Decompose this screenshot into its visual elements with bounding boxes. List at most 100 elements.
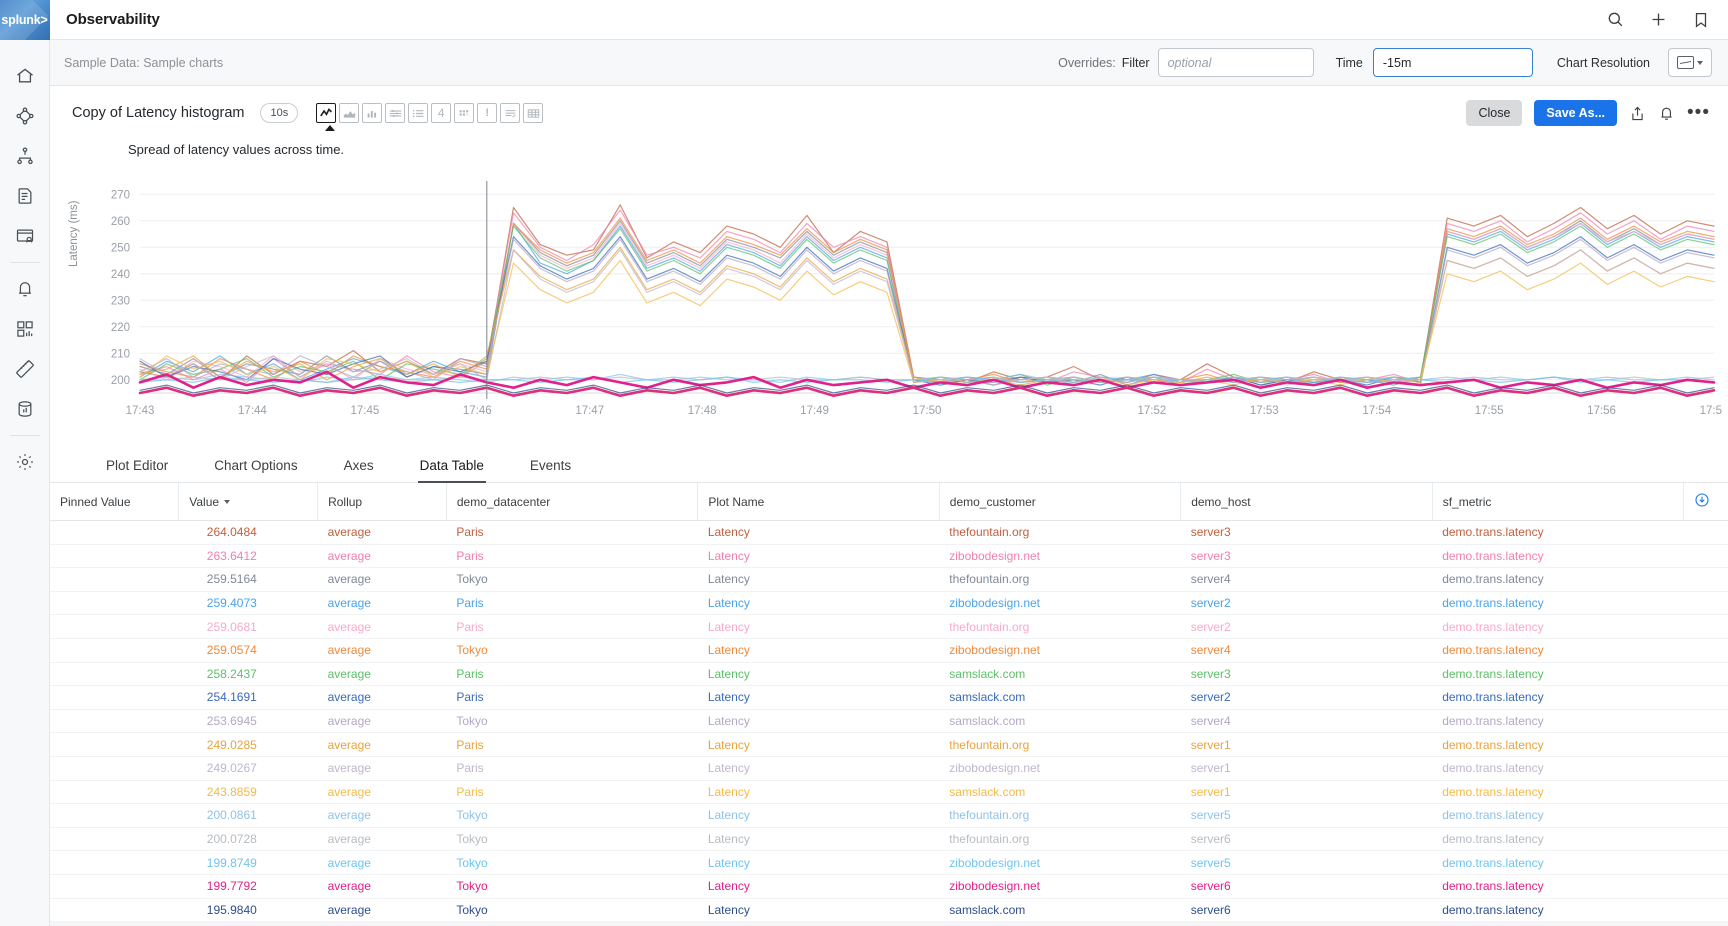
cell-value: 249.0267 [179,756,318,780]
cell-value: 259.0681 [179,615,318,639]
line-chart-icon[interactable] [316,103,336,123]
area-chart-icon[interactable] [339,103,359,123]
cell-metric: demo.trans.latency [1432,827,1683,851]
heatmap-icon[interactable] [454,103,474,123]
col-demo-customer[interactable]: demo_customer [939,483,1180,521]
tab-plot-editor[interactable]: Plot Editor [106,458,168,482]
active-viz-caret [325,125,335,131]
table-row[interactable]: 200.0861averageTokyoLatencythefountain.o… [50,804,1728,828]
chevron-down-icon [1697,61,1703,65]
search-icon[interactable] [1606,10,1625,29]
table-row[interactable]: 195.9840averageTokyoLatencysamslack.coms… [50,898,1728,922]
sidebar-item-data-management[interactable] [0,389,50,429]
list-icon[interactable] [408,103,428,123]
splunk-logo[interactable]: splunk> [0,0,50,40]
col-pinned-value[interactable]: Pinned Value [50,483,179,521]
sidebar-item-alerts[interactable] [0,269,50,309]
table-row[interactable]: 243.8859averageParisLatencysamslack.coms… [50,780,1728,804]
sidebar-item-apm[interactable] [0,136,50,176]
col-rollup[interactable]: Rollup [318,483,447,521]
col-value[interactable]: Value [179,483,318,521]
bookmark-icon[interactable] [1692,11,1710,29]
data-table-region[interactable]: Pinned Value Value Rollup demo_datacente… [50,483,1728,926]
table-header-row: Pinned Value Value Rollup demo_datacente… [50,483,1728,521]
cell-plot: Latency [698,686,939,710]
chart-container[interactable]: Latency (ms) 20021022023024025026027017:… [72,171,1710,431]
table-row[interactable]: 199.8749averageTokyoLatencyzibobodesign.… [50,851,1728,875]
event-feed-icon[interactable]: ! [477,103,497,123]
chart-subtitle: Spread of latency values across time. [50,126,1728,157]
y-tick-label: 200 [111,375,130,387]
table-row[interactable]: 253.6945averageTokyoLatencysamslack.coms… [50,709,1728,733]
sidebar-item-log-observer[interactable] [0,176,50,216]
main-region: Observability Sample Data: Sample charts… [50,0,1728,926]
cell-value: 195.3271 [179,922,318,926]
column-chart-icon[interactable] [362,103,382,123]
breadcrumb[interactable]: Sample Data: Sample charts [64,56,223,70]
cell-pinned [50,662,179,686]
sidebar-item-infrastructure[interactable] [0,96,50,136]
table-row[interactable]: 259.0681averageParisLatencythefountain.o… [50,615,1728,639]
sidebar-item-metrics[interactable] [0,349,50,389]
table-row[interactable]: 254.1691averageParisLatencysamslack.coms… [50,686,1728,710]
table-row[interactable]: 259.4073averageParisLatencyzibobodesign.… [50,591,1728,615]
sidebar-item-home[interactable] [0,56,50,96]
cell-plot: Latency [698,709,939,733]
cell-metric: demo.trans.latency [1432,544,1683,568]
tab-events[interactable]: Events [530,458,571,482]
filter-input[interactable] [1158,48,1314,77]
table-row[interactable]: 258.2437averageParisLatencysamslack.coms… [50,662,1728,686]
cell-value: 254.1691 [179,686,318,710]
col-sf-metric[interactable]: sf_metric [1432,483,1683,521]
table-row[interactable]: 199.7792averageTokyoLatencyzibobodesign.… [50,874,1728,898]
close-button[interactable]: Close [1466,100,1522,126]
table-row[interactable]: 249.0267averageParisLatencyzibobodesign.… [50,756,1728,780]
cell-plot: Latency [698,827,939,851]
table-row[interactable]: 259.0574averageTokyoLatencyzibobodesign.… [50,638,1728,662]
cell-metric: demo.trans.latency [1432,638,1683,662]
cell-value: 253.6945 [179,709,318,733]
table-row[interactable]: 263.6412averageParisLatencyzibobodesign.… [50,544,1728,568]
text-note-icon[interactable] [500,103,520,123]
cell-customer: zibobodesign.net [939,874,1180,898]
chart-title[interactable]: Copy of Latency histogram [72,105,244,121]
sidebar-item-settings[interactable] [0,442,50,482]
time-input[interactable] [1373,48,1533,77]
x-tick-label: 17:55 [1475,405,1504,417]
cell-host: server6 [1181,898,1432,922]
cell-pinned [50,922,179,926]
bell-icon[interactable] [1658,105,1675,122]
cell-metric: demo.trans.latency [1432,686,1683,710]
share-icon[interactable] [1629,105,1646,122]
tab-data-table[interactable]: Data Table [420,458,484,482]
cell-spacer [1684,874,1728,898]
chart-resolution-select[interactable] [1668,48,1712,77]
cell-pinned [50,756,179,780]
sidebar-item-rum[interactable] [0,216,50,256]
table-row[interactable]: 259.5164averageTokyoLatencythefountain.o… [50,568,1728,592]
col-plot-name[interactable]: Plot Name [698,483,939,521]
table-icon[interactable] [523,103,543,123]
resolution-pill[interactable]: 10s [260,103,298,123]
histogram-icon[interactable] [385,103,405,123]
table-row[interactable]: 200.0728averageTokyoLatencythefountain.o… [50,827,1728,851]
tab-axes[interactable]: Axes [344,458,374,482]
x-tick-label: 17:47 [575,405,604,417]
plus-icon[interactable] [1649,10,1668,29]
cell-pinned [50,827,179,851]
document-icon [15,186,35,206]
col-demo-datacenter[interactable]: demo_datacenter [446,483,697,521]
latency-line-chart[interactable]: 20021022023024025026027017:4317:4417:451… [72,171,1722,431]
table-row[interactable]: 249.0285averageParisLatencythefountain.o… [50,733,1728,757]
tab-chart-options[interactable]: Chart Options [214,458,297,482]
download-icon[interactable] [1694,497,1710,511]
table-row[interactable]: 264.0484averageParisLatencythefountain.o… [50,521,1728,545]
cell-plot: Latency [698,733,939,757]
cell-customer: zibobodesign.net [939,851,1180,875]
more-icon[interactable]: ••• [1687,108,1710,118]
sidebar-item-dashboards[interactable] [0,309,50,349]
save-as-button[interactable]: Save As... [1534,100,1617,126]
single-value-icon[interactable]: 4 [431,103,451,123]
table-row[interactable]: 195.3271averageTokyoLatencysamslack.coms… [50,922,1728,926]
col-demo-host[interactable]: demo_host [1181,483,1432,521]
